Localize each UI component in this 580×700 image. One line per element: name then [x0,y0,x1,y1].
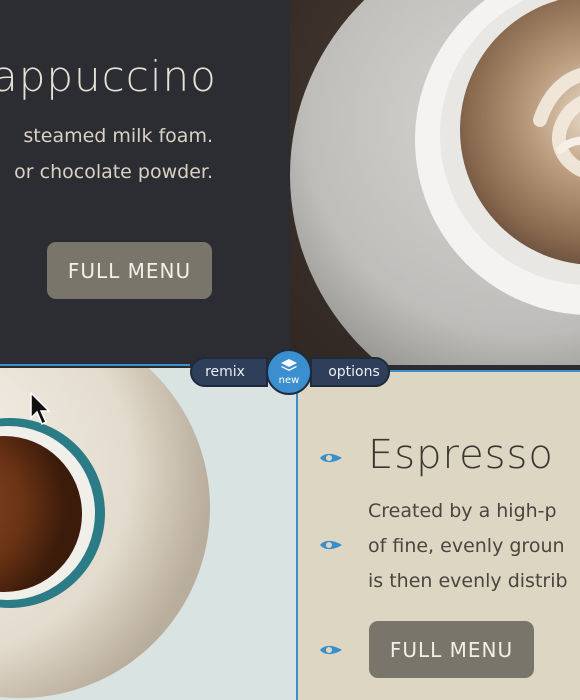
drag-handle-icon[interactable] [318,450,344,466]
espresso-description-line: of fine, evenly groun [368,535,565,557]
selection-border [296,370,298,700]
cappuccino-full-menu-button[interactable]: FULL MENU [47,242,212,299]
layers-icon [281,359,297,371]
cappuccino-description: steamed milk foam. or chocolate powder. [0,118,213,190]
selection-border [0,364,190,366]
cappuccino-description-line: or chocolate powder. [14,161,213,183]
cappuccino-photo [290,0,580,365]
espresso-description: Created by a high-p of fine, evenly grou… [368,494,568,599]
espresso-description-line: Created by a high-p [368,500,557,522]
espresso-title: Espresso [368,432,554,478]
cappuccino-description-line: steamed milk foam. [23,125,213,147]
new-label: new [278,375,300,386]
remix-button[interactable]: remix [190,357,268,387]
drag-handle-icon[interactable] [318,642,344,658]
cappuccino-card: appuccino steamed milk foam. or chocolat… [0,0,290,365]
remix-toolbar: remix options new [190,349,390,395]
drag-handle-icon[interactable] [318,537,344,553]
options-button[interactable]: options [310,357,390,387]
mouse-pointer-icon [30,392,51,426]
selection-border [390,370,580,372]
new-section-button[interactable]: new [266,349,312,395]
espresso-full-menu-button[interactable]: FULL MENU [369,621,534,678]
espresso-card: Espresso Created by a high-p of fine, ev… [298,372,580,700]
cappuccino-title: appuccino [0,52,217,101]
latte-cup-illustration [290,0,580,365]
espresso-description-line: is then evenly distrib [368,570,568,592]
